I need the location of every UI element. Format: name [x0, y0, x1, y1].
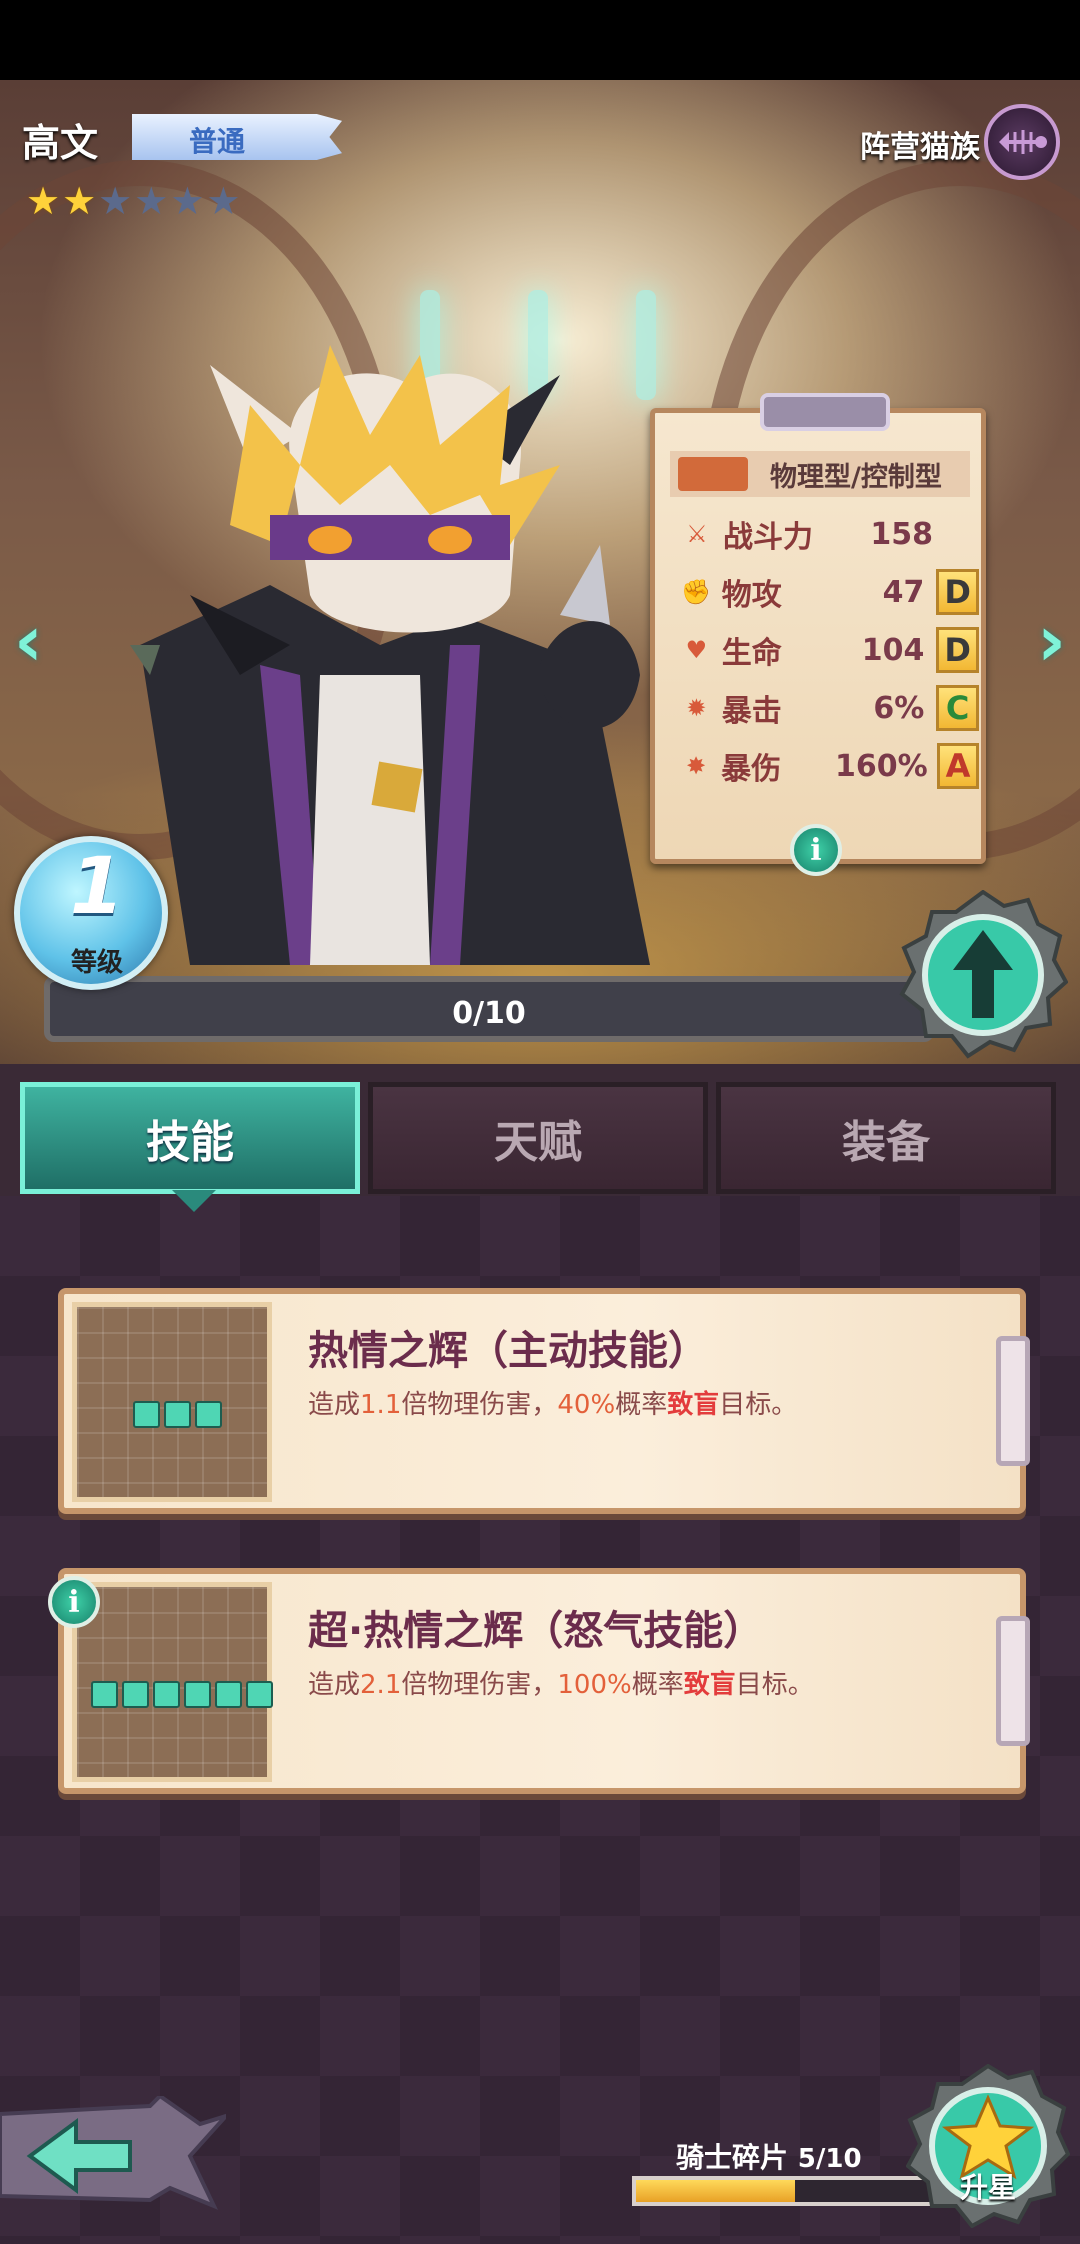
skill-info-button[interactable]: i — [48, 1576, 100, 1628]
skill-description: 造成2.1倍物理伤害，100%概率致盲目标。 — [308, 1664, 814, 1701]
stats-card: 物理型/控制型 ⚔ 战斗力 158 ✊ 物攻 47 D ♥ 生命 104 D ✹ 暴击 6% C ✸ 暴伤 160… — [650, 393, 986, 864]
crossed-swords-icon: ⚔ — [686, 520, 708, 548]
active-tab-pointer — [172, 1190, 216, 1212]
cost-pip — [215, 1681, 242, 1708]
card-clip — [996, 1336, 1030, 1466]
cost-pip — [184, 1681, 211, 1708]
prev-hero-arrow[interactable]: ‹ — [14, 600, 43, 682]
level-value: 1 — [69, 842, 125, 932]
stat-grade-badge: A — [936, 743, 979, 789]
desc-text: 目标。 — [719, 1390, 798, 1420]
cost-pip — [153, 1681, 180, 1708]
level-label: 等级 — [70, 948, 123, 978]
skill-icon — [72, 1302, 272, 1502]
star-empty-icon: ★ — [170, 179, 205, 223]
shard-progress-label: 骑士碎片 5/10 — [676, 2136, 862, 2176]
stat-row: ♥ 生命 104 D — [679, 625, 979, 675]
stat-value: 47 — [882, 574, 925, 610]
cost-pip — [122, 1681, 149, 1708]
hero-type-row: 物理型/控制型 — [670, 451, 970, 497]
desc-multiplier: 1.1 — [360, 1390, 402, 1420]
skill-title: 热情之辉（主动技能） — [308, 1328, 708, 1374]
shard-fill — [636, 2180, 795, 2202]
skill-cost-pips — [91, 1681, 273, 1708]
desc-text: 概率 — [615, 1390, 668, 1420]
level-orb: 1 等级 — [14, 836, 168, 990]
star-empty-icon: ★ — [98, 179, 133, 223]
desc-text: 目标。 — [735, 1670, 814, 1700]
stats-info-button[interactable]: i — [790, 824, 842, 876]
level-up-button[interactable] — [898, 890, 1068, 1060]
skill-description: 造成1.1倍物理伤害，40%概率致盲目标。 — [308, 1384, 797, 1421]
stat-row: ✸ 暴伤 160% A — [679, 741, 979, 791]
cost-pip — [164, 1401, 191, 1428]
star-empty-icon: ★ — [206, 179, 241, 223]
stat-grade-badge: D — [936, 569, 979, 615]
stat-grade-badge: D — [936, 627, 979, 673]
crit-damage-icon: ✸ — [686, 752, 707, 780]
stat-value: 6% — [873, 690, 925, 726]
stat-row: ✊ 物攻 47 D — [679, 567, 979, 617]
status-bar — [0, 0, 1080, 80]
star-filled-icon: ★ — [26, 179, 61, 223]
stat-row: ⚔ 战斗力 158 — [679, 509, 979, 559]
desc-multiplier: 2.1 — [360, 1670, 402, 1700]
desc-text: 倍物理伤害， — [401, 1390, 558, 1420]
desc-text: 概率 — [631, 1670, 684, 1700]
heart-icon: ♥ — [685, 636, 708, 664]
hero-type-label: 物理型/控制型 — [770, 461, 942, 493]
fish-bone-icon[interactable] — [984, 104, 1060, 180]
desc-effect: 致盲 — [667, 1390, 720, 1420]
stat-label: 生命 — [721, 636, 782, 671]
stat-value: 160% — [834, 748, 928, 784]
stat-label: 物攻 — [721, 578, 782, 613]
next-hero-arrow[interactable]: › — [1037, 600, 1066, 682]
hero-name: 高文 — [22, 121, 99, 165]
star-up-label: 升星 — [959, 2171, 1016, 2204]
stat-value: 158 — [870, 516, 933, 552]
skill-card[interactable]: 超·热情之辉（怒气技能） 造成2.1倍物理伤害，100%概率致盲目标。 — [58, 1568, 1030, 1794]
rarity-badge: 普通 — [132, 114, 342, 160]
skill-title: 超·热情之辉（怒气技能） — [308, 1608, 764, 1654]
stat-label: 暴伤 — [721, 752, 782, 787]
star-rating: ★ ★ ★ ★ ★ ★ — [26, 182, 240, 220]
crit-burst-icon: ✹ — [686, 694, 707, 722]
fist-icon: ✊ — [681, 578, 712, 606]
tab-talents[interactable]: 天赋 — [368, 1082, 708, 1194]
star-empty-icon: ★ — [134, 179, 169, 223]
desc-text: 造成 — [308, 1390, 361, 1420]
skill-card[interactable]: 热情之辉（主动技能） 造成1.1倍物理伤害，40%概率致盲目标。 — [58, 1288, 1030, 1514]
cost-pip — [133, 1401, 160, 1428]
card-clip — [996, 1616, 1030, 1746]
cost-pip — [91, 1681, 118, 1708]
cost-pip — [195, 1401, 222, 1428]
stat-label: 战斗力 — [723, 520, 813, 555]
desc-text: 倍物理伤害， — [401, 1670, 558, 1700]
desc-effect: 致盲 — [683, 1670, 736, 1700]
tab-skills[interactable]: 技能 — [20, 1082, 360, 1194]
exp-bar: 0/10 — [44, 976, 934, 1042]
class-tag-icon — [678, 457, 748, 491]
stat-row: ✹ 暴击 6% C — [679, 683, 979, 733]
back-button[interactable] — [0, 2096, 226, 2212]
stat-value: 104 — [861, 632, 925, 668]
shard-label: 骑士碎片 — [676, 2141, 789, 2174]
tab-equipment[interactable]: 装备 — [716, 1082, 1056, 1194]
skill-icon — [72, 1582, 273, 1782]
rarity-label: 普通 — [188, 125, 245, 158]
fish-bone-icon — [999, 130, 1047, 154]
desc-text: 造成 — [308, 1670, 361, 1700]
desc-percent: 100% — [557, 1670, 632, 1700]
faction-label: 阵营猫族 — [860, 130, 980, 165]
desc-percent: 40% — [557, 1390, 616, 1420]
star-filled-icon: ★ — [62, 179, 97, 223]
stat-grade-badge: C — [936, 685, 979, 731]
cost-pip — [246, 1681, 273, 1708]
skill-cost-pips — [133, 1401, 222, 1428]
stat-label: 暴击 — [721, 694, 782, 729]
exp-text: 0/10 — [452, 996, 526, 1031]
shard-count: 5/10 — [797, 2144, 862, 2174]
clipboard-clip — [760, 393, 890, 431]
